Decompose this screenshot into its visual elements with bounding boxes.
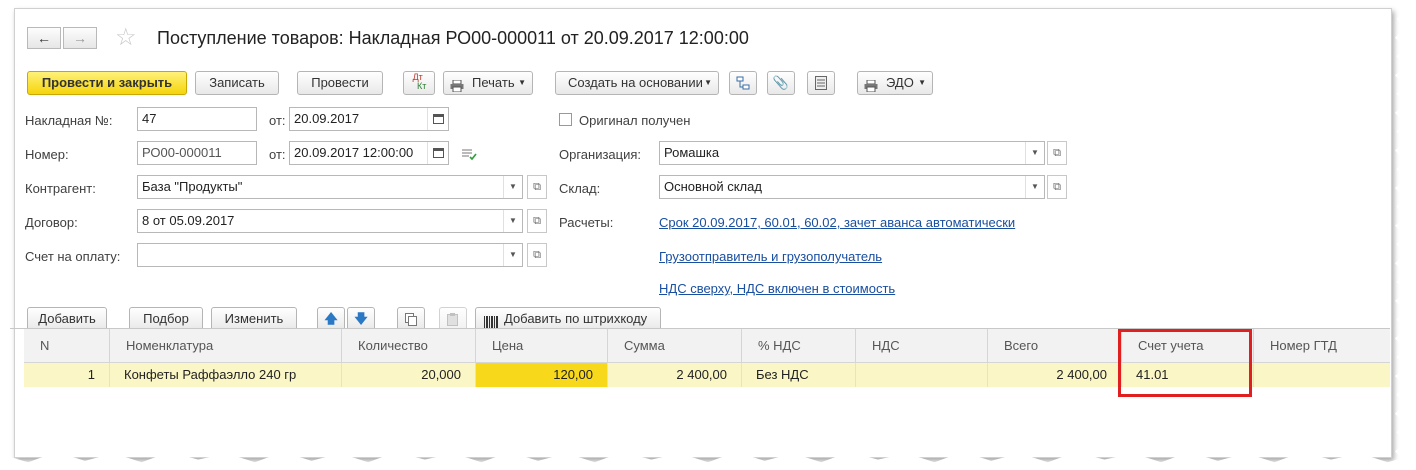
column-header-vat-rate[interactable]: % НДС <box>742 329 856 363</box>
column-header-price[interactable]: Цена <box>476 329 608 363</box>
vat-mode-link[interactable]: НДС сверху, НДС включен в стоимость <box>659 281 895 296</box>
printer-icon <box>864 77 878 99</box>
annotation-highlight-box <box>1118 329 1252 397</box>
open-counterparty-button[interactable]: ⧉ <box>527 175 547 199</box>
chevron-down-icon[interactable]: ▼ <box>503 210 522 232</box>
chevron-down-icon: ▼ <box>518 78 526 87</box>
chevron-down-icon[interactable]: ▼ <box>503 176 522 198</box>
column-header-n[interactable]: N <box>24 329 110 363</box>
edit-list-icon[interactable] <box>461 147 477 164</box>
paperclip-icon: 📎 <box>772 75 790 90</box>
warehouse-label: Склад: <box>559 181 601 196</box>
back-button[interactable]: ← <box>27 27 61 49</box>
shipper-consignee-link[interactable]: Грузоотправитель и грузополучатель <box>659 249 882 264</box>
open-organization-button[interactable]: ⧉ <box>1047 141 1067 165</box>
column-header-quantity[interactable]: Количество <box>342 329 476 363</box>
favorite-star-icon[interactable]: ☆ <box>115 23 137 52</box>
column-header-vat[interactable]: НДС <box>856 329 988 363</box>
invoice-date-field[interactable]: 20.09.2017 <box>289 107 449 131</box>
print-button[interactable]: Печать ▼ <box>443 71 533 95</box>
post-button[interactable]: Провести <box>297 71 383 95</box>
cell-sum[interactable]: 2 400,00 <box>608 363 742 387</box>
arrow-right-icon: → <box>73 30 87 46</box>
cell-quantity[interactable]: 20,000 <box>342 363 476 387</box>
cell-total[interactable]: 2 400,00 <box>988 363 1122 387</box>
original-received-checkbox[interactable] <box>559 113 572 126</box>
open-icon: ⧉ <box>533 249 541 261</box>
number-field[interactable]: РО00-000011 <box>137 141 257 165</box>
cell-vat[interactable] <box>856 363 988 387</box>
chevron-down-icon[interactable]: ▼ <box>503 244 522 266</box>
original-received-label: Оригинал получен <box>579 113 691 128</box>
open-warehouse-button[interactable]: ⧉ <box>1047 175 1067 199</box>
open-icon: ⧉ <box>533 181 541 193</box>
calendar-icon[interactable] <box>427 108 448 130</box>
chevron-down-icon: ▼ <box>918 78 926 87</box>
dtkt-postings-button[interactable]: Дт Кт <box>403 71 435 95</box>
printer-icon <box>450 77 464 93</box>
invoice-date-from-label: от: <box>269 113 286 128</box>
doc-date-from-label: от: <box>269 147 286 162</box>
attach-files-button[interactable]: 📎 <box>767 71 795 95</box>
payment-invoice-field[interactable]: ▼ <box>137 243 523 267</box>
calendar-icon[interactable] <box>427 142 448 164</box>
edo-button[interactable]: ЭДО ▼ <box>857 71 933 95</box>
cell-n[interactable]: 1 <box>24 363 110 387</box>
column-header-gtd[interactable]: Номер ГТД <box>1254 329 1390 363</box>
arrow-left-icon: ← <box>37 30 51 46</box>
counterparty-label: Контрагент: <box>25 181 96 196</box>
counterparty-field[interactable]: База "Продукты" ▼ <box>137 175 523 199</box>
doc-datetime-field[interactable]: 20.09.2017 12:00:00 <box>289 141 449 165</box>
arrow-up-icon: 🡅 <box>324 311 338 326</box>
dtkt-icon: Дт Кт <box>412 72 427 91</box>
report-button[interactable] <box>807 71 835 95</box>
arrow-down-icon: 🡇 <box>354 311 368 326</box>
invoice-no-field[interactable]: 47 <box>137 107 257 131</box>
page-title: Поступление товаров: Накладная РО00-0000… <box>157 28 749 48</box>
chevron-down-icon[interactable]: ▼ <box>1025 176 1044 198</box>
structure-icon <box>736 76 750 93</box>
cell-item[interactable]: Конфеты Раффаэлло 240 гр <box>110 363 342 387</box>
settlements-link[interactable]: Срок 20.09.2017, 60.01, 60.02, зачет ава… <box>659 215 1015 230</box>
invoice-no-label: Накладная №: <box>25 113 113 128</box>
column-header-sum[interactable]: Сумма <box>608 329 742 363</box>
organization-label: Организация: <box>559 147 642 162</box>
post-and-close-button[interactable]: Провести и закрыть <box>27 71 187 95</box>
forward-button[interactable]: → <box>63 27 97 49</box>
open-icon: ⧉ <box>533 215 541 227</box>
cell-gtd[interactable] <box>1254 363 1390 387</box>
cell-price[interactable]: 120,00 <box>476 363 608 387</box>
open-contract-button[interactable]: ⧉ <box>527 209 547 233</box>
copy-icon <box>405 313 417 329</box>
column-header-item[interactable]: Номенклатура <box>110 329 342 363</box>
open-icon: ⧉ <box>1053 147 1061 159</box>
contract-field[interactable]: 8 от 05.09.2017 ▼ <box>137 209 523 233</box>
report-icon <box>815 76 827 93</box>
payment-invoice-label: Счет на оплату: <box>25 249 121 264</box>
contract-label: Договор: <box>25 215 78 230</box>
organization-field[interactable]: Ромашка ▼ <box>659 141 1045 165</box>
open-payment-invoice-button[interactable]: ⧉ <box>527 243 547 267</box>
column-header-total[interactable]: Всего <box>988 329 1122 363</box>
settlements-label: Расчеты: <box>559 215 614 230</box>
chevron-down-icon: ▼ <box>704 78 712 87</box>
paste-icon <box>447 313 459 329</box>
chevron-down-icon[interactable]: ▼ <box>1025 142 1044 164</box>
number-label: Номер: <box>25 147 69 162</box>
create-based-on-button[interactable]: Создать на основании ▼ <box>555 71 719 95</box>
save-button[interactable]: Записать <box>195 71 279 95</box>
structure-button[interactable] <box>729 71 757 95</box>
cell-vat-rate[interactable]: Без НДС <box>742 363 856 387</box>
warehouse-field[interactable]: Основной склад ▼ <box>659 175 1045 199</box>
open-icon: ⧉ <box>1053 181 1061 193</box>
